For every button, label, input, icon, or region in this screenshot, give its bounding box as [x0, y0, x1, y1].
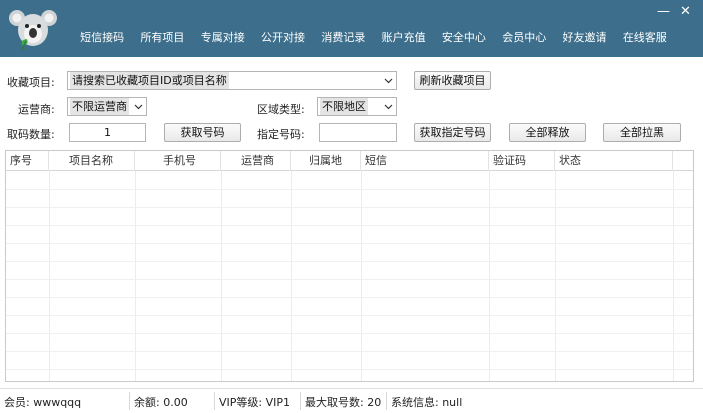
- nav-sms-code[interactable]: 短信接码: [72, 29, 132, 45]
- col-index[interactable]: 序号: [6, 151, 49, 171]
- row-divider: [6, 243, 693, 244]
- nav-security[interactable]: 安全中心: [434, 29, 494, 45]
- region-select[interactable]: 不限地区: [317, 97, 397, 116]
- nav-public[interactable]: 公开对接: [253, 29, 313, 45]
- row-divider: [6, 261, 693, 262]
- col-carrier[interactable]: 运营商: [221, 151, 291, 171]
- row-divider: [6, 297, 693, 298]
- region-label: 区域类型:: [257, 103, 305, 116]
- sms-table[interactable]: 序号 项目名称 手机号 运营商 归属地 短信 验证码 状态: [5, 150, 694, 382]
- main-nav: 短信接码 所有项目 专属对接 公开对接 消费记录 账户充值 安全中心 会员中心 …: [72, 29, 675, 45]
- minimize-button[interactable]: —: [657, 4, 670, 20]
- nav-exclusive[interactable]: 专属对接: [193, 29, 253, 45]
- release-all-button[interactable]: 全部释放: [509, 123, 586, 142]
- column-divider: [291, 171, 292, 381]
- column-divider: [489, 171, 490, 381]
- status-system-info: 系统信息: null: [391, 396, 463, 409]
- fav-project-label: 收藏项目:: [7, 76, 55, 89]
- status-max-count: 最大取号数: 20: [305, 396, 382, 409]
- specify-number-input[interactable]: [319, 123, 397, 142]
- col-status[interactable]: 状态: [555, 151, 673, 171]
- row-divider: [6, 351, 693, 352]
- row-divider: [6, 369, 693, 370]
- chevron-down-icon: [380, 98, 396, 115]
- koala-logo-icon: [9, 10, 57, 51]
- column-divider: [49, 171, 50, 381]
- fav-project-select[interactable]: 请搜索已收藏项目ID或项目名称: [67, 71, 397, 90]
- column-divider: [361, 171, 362, 381]
- chevron-down-icon: [130, 98, 146, 115]
- count-input[interactable]: 1: [69, 123, 146, 142]
- chevron-down-icon: [380, 72, 396, 89]
- status-bar: 会员: wwwqqq 余额: 0.00 VIP等级: VIP1 最大取号数: 2…: [0, 388, 703, 413]
- col-code[interactable]: 验证码: [489, 151, 555, 171]
- row-divider: [6, 189, 693, 190]
- get-number-button[interactable]: 获取号码: [164, 123, 241, 142]
- specify-number-label: 指定号码:: [257, 128, 305, 141]
- carrier-value: 不限运营商: [70, 98, 129, 115]
- status-divider: [386, 392, 387, 410]
- row-divider: [6, 315, 693, 316]
- nav-support[interactable]: 在线客服: [615, 29, 675, 45]
- table-header: 序号 项目名称 手机号 运营商 归属地 短信 验证码 状态: [6, 151, 693, 171]
- row-divider: [6, 279, 693, 280]
- status-divider: [214, 392, 215, 410]
- column-divider: [135, 171, 136, 381]
- carrier-select[interactable]: 不限运营商: [67, 97, 147, 116]
- block-all-button[interactable]: 全部拉黑: [603, 123, 681, 142]
- column-divider: [555, 171, 556, 381]
- nav-recharge[interactable]: 账户充值: [373, 29, 433, 45]
- nav-invite[interactable]: 好友邀请: [554, 29, 614, 45]
- refresh-fav-button[interactable]: 刷新收藏项目: [414, 71, 491, 90]
- col-location[interactable]: 归属地: [291, 151, 361, 171]
- count-label: 取码数量:: [7, 128, 55, 141]
- nav-all-projects[interactable]: 所有项目: [132, 29, 192, 45]
- nav-consumption[interactable]: 消费记录: [313, 29, 373, 45]
- row-divider: [6, 207, 693, 208]
- col-project-name[interactable]: 项目名称: [49, 151, 135, 171]
- status-divider: [129, 392, 130, 410]
- column-divider: [221, 171, 222, 381]
- status-balance: 余额: 0.00: [134, 396, 188, 409]
- status-divider: [300, 392, 301, 410]
- row-divider: [6, 333, 693, 334]
- column-divider: [673, 171, 674, 381]
- row-divider: [6, 225, 693, 226]
- get-specified-button[interactable]: 获取指定号码: [414, 123, 491, 142]
- status-vip-level: VIP等级: VIP1: [219, 396, 291, 409]
- region-value: 不限地区: [320, 98, 368, 115]
- fav-project-value: 请搜索已收藏项目ID或项目名称: [70, 72, 229, 89]
- col-sms[interactable]: 短信: [361, 151, 489, 171]
- nav-member-center[interactable]: 会员中心: [494, 29, 554, 45]
- carrier-label: 运营商:: [18, 103, 55, 116]
- status-member: 会员: wwwqqq: [4, 396, 82, 409]
- col-phone[interactable]: 手机号: [135, 151, 221, 171]
- app-header: 短信接码 所有项目 专属对接 公开对接 消费记录 账户充值 安全中心 会员中心 …: [0, 0, 703, 57]
- close-button[interactable]: ✕: [680, 4, 691, 20]
